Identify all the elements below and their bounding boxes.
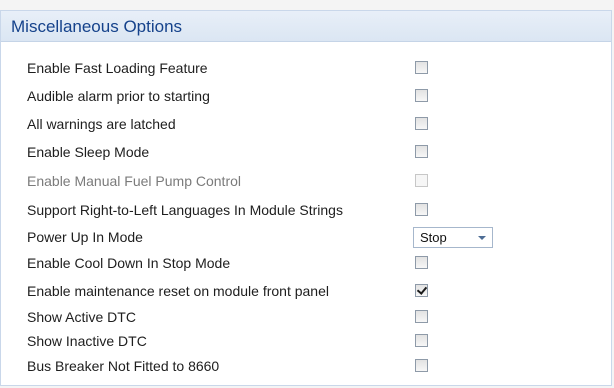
power-up-mode-value: Stop xyxy=(420,230,447,245)
support-rtl-languages-checkbox[interactable] xyxy=(415,203,428,216)
option-label: Bus Breaker Not Fitted to 8660 xyxy=(27,358,220,374)
option-label: Enable Fast Loading Feature xyxy=(27,60,208,76)
option-label: Enable Cool Down In Stop Mode xyxy=(27,255,231,271)
enable-fast-loading-checkbox[interactable] xyxy=(415,61,428,74)
audible-alarm-checkbox[interactable] xyxy=(415,89,428,102)
panel-title: Miscellaneous Options xyxy=(11,17,183,36)
enable-maintenance-reset-checkbox[interactable] xyxy=(415,284,428,297)
show-active-dtc-checkbox[interactable] xyxy=(415,310,428,323)
check-icon xyxy=(416,284,428,295)
option-label: Power Up In Mode xyxy=(27,229,143,245)
miscellaneous-options-panel: Miscellaneous Options Enable Fast Loadin… xyxy=(0,10,612,386)
option-label: Enable Manual Fuel Pump Control xyxy=(27,173,242,189)
option-label: Show Active DTC xyxy=(27,309,136,325)
all-warnings-latched-checkbox[interactable] xyxy=(415,117,428,130)
option-label: Show Inactive DTC xyxy=(27,333,147,349)
enable-sleep-mode-checkbox[interactable] xyxy=(415,145,428,158)
option-label: Enable Sleep Mode xyxy=(27,144,150,160)
power-up-mode-select[interactable]: Stop xyxy=(413,227,493,248)
option-label: Enable maintenance reset on module front… xyxy=(27,283,329,299)
panel-header: Miscellaneous Options xyxy=(1,11,611,42)
enable-cool-down-checkbox[interactable] xyxy=(415,256,428,269)
option-label: Support Right-to-Left Languages In Modul… xyxy=(27,202,343,218)
option-label: All warnings are latched xyxy=(27,116,176,132)
enable-manual-fuel-pump-checkbox xyxy=(415,174,428,187)
chevron-down-icon xyxy=(478,236,486,240)
show-inactive-dtc-checkbox[interactable] xyxy=(415,334,428,347)
bus-breaker-not-fitted-checkbox[interactable] xyxy=(415,359,428,372)
option-label: Audible alarm prior to starting xyxy=(27,88,210,104)
